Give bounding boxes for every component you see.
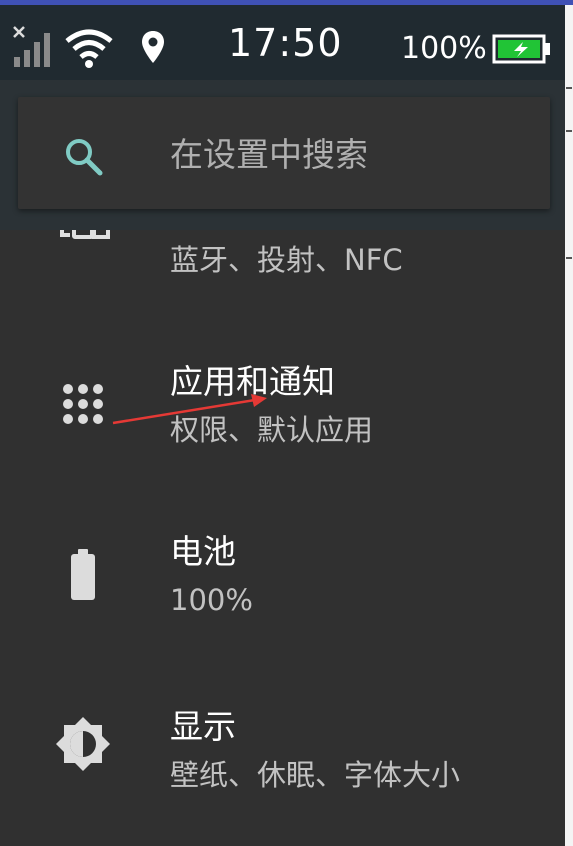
- battery-charging-icon: [492, 34, 550, 64]
- status-bar: 17:50 100%: [0, 5, 565, 80]
- setting-apps-notifications[interactable]: 应用和通知 权限、默认应用: [0, 345, 565, 465]
- search-bar[interactable]: 在设置中搜索: [18, 97, 550, 209]
- settings-screen: 蓝牙、投射、NFC 应用和通知 权限、默认应用 电池 100% 显示 壁纸、休眠…: [0, 5, 565, 846]
- setting-display[interactable]: 显示 壁纸、休眠、字体大小: [0, 690, 565, 810]
- setting-summary: 100%: [170, 583, 253, 617]
- status-battery-percent: 100%: [401, 31, 487, 66]
- setting-summary: 蓝牙、投射、NFC: [170, 243, 403, 277]
- brightness-icon: [56, 717, 110, 771]
- battery-icon: [71, 549, 95, 600]
- status-time: 17:50: [228, 21, 343, 65]
- setting-title: 显示: [170, 707, 236, 746]
- signal-off-icon: [13, 26, 50, 67]
- setting-summary: 壁纸、休眠、字体大小: [170, 758, 461, 792]
- search-placeholder: 在设置中搜索: [170, 135, 368, 174]
- edge-mark: [566, 257, 572, 259]
- annotation-arrow: [112, 394, 267, 425]
- window-right-edge: [565, 5, 573, 846]
- search-icon: [66, 139, 103, 176]
- setting-title: 电池: [170, 532, 236, 571]
- location-icon: [142, 31, 164, 63]
- wifi-icon: [65, 29, 113, 68]
- setting-battery[interactable]: 电池 100%: [0, 515, 565, 635]
- edge-mark: [566, 87, 572, 89]
- edge-mark: [566, 130, 572, 132]
